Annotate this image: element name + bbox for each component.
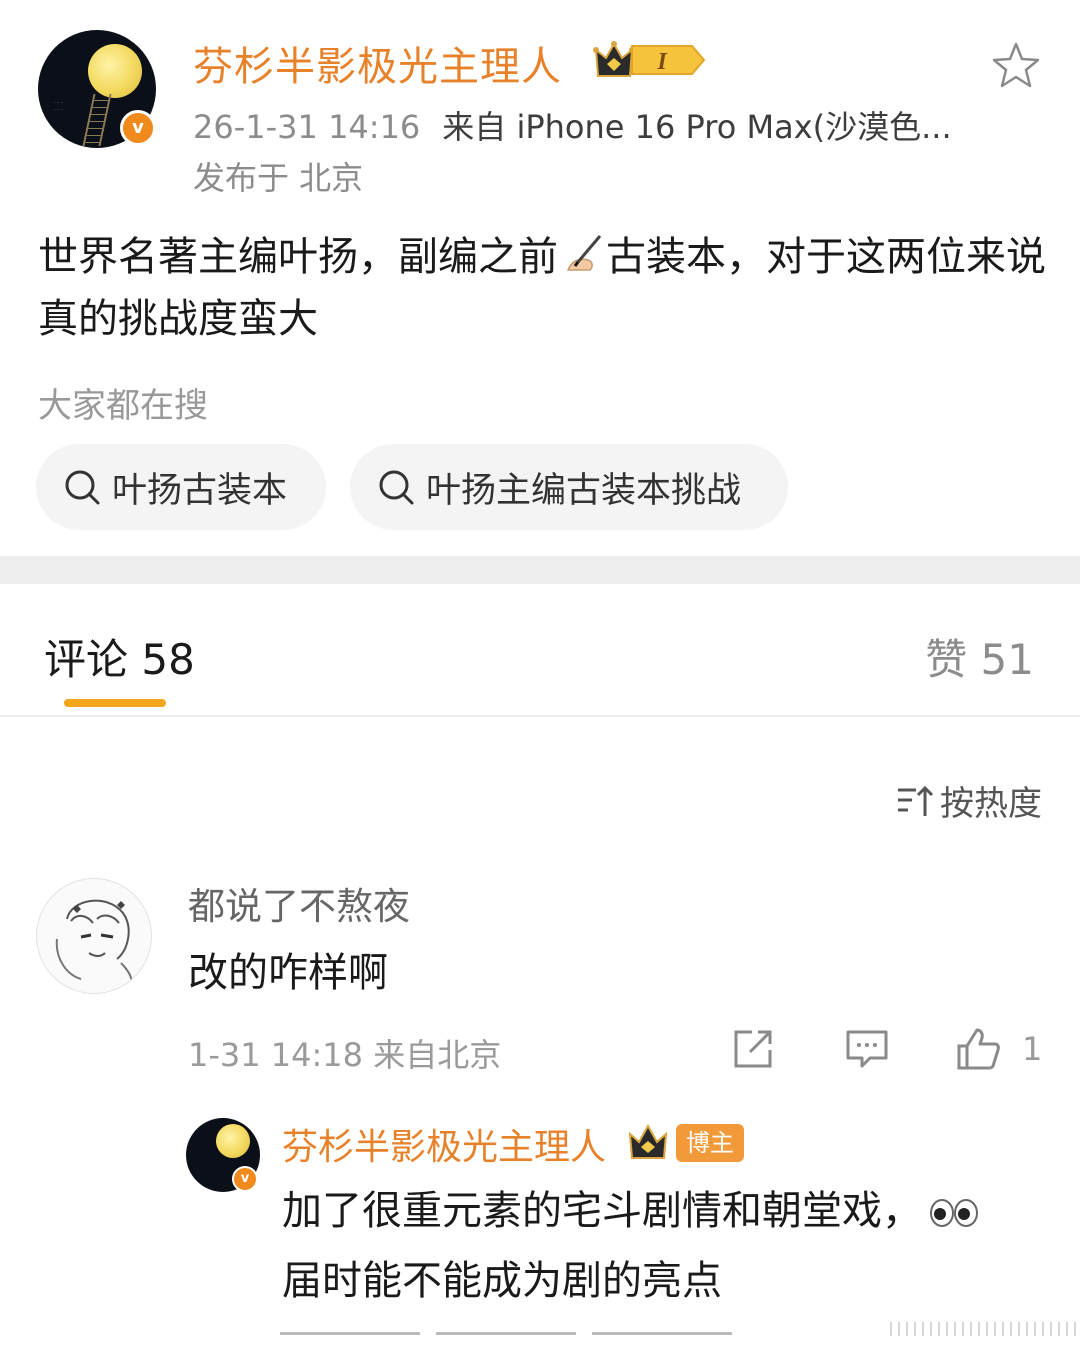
avatar-decoration: · · · · · · [54, 100, 62, 113]
comment-text-line1: 都说了不熬夜 [188, 885, 410, 928]
svg-text:I: I [656, 49, 668, 75]
crown-icon [628, 1123, 668, 1159]
tab-divider [0, 715, 1080, 717]
tab-likes[interactable]: 赞 51 [925, 626, 1034, 687]
reply-author-name[interactable]: 芬杉半影极光主理人 [282, 1118, 606, 1170]
active-tab-indicator [64, 699, 166, 707]
post-text: 世界名著主编叶扬，副编之前 古装本，对于这两位来说真的挑战度蛮大 [38, 226, 1048, 350]
search-icon [65, 470, 100, 505]
reply-text-line2: 届时能不能成为剧的亮点 [282, 1258, 722, 1304]
like-icon[interactable] [955, 1026, 1001, 1072]
comment-icon[interactable] [844, 1026, 890, 1072]
verified-badge-icon: v [120, 110, 156, 146]
tab-comments[interactable]: 评论 58 [44, 626, 195, 687]
writing-hand-icon [566, 235, 602, 271]
blogger-tag: 博主 [676, 1124, 744, 1162]
post-timestamp: 26-1-31 14:16 [193, 108, 421, 146]
sort-icon [898, 785, 934, 816]
scroll-indicator [890, 1322, 1076, 1336]
search-chip-label: 叶扬古装本 [112, 470, 288, 511]
comment-text-line2: 改的咋样啊 [188, 950, 388, 996]
like-count: 1 [1022, 1030, 1043, 1068]
post-source: 来自 iPhone 16 Pro Max(沙漠色... [442, 108, 952, 146]
comment-meta: 1-31 14:18 来自北京 [188, 1036, 502, 1074]
verified-badge-icon: v [232, 1166, 258, 1192]
author-name[interactable]: 芬杉半影极光主理人 [193, 34, 562, 92]
post-text-part1: 世界名著主编叶扬，副编之前 [38, 234, 558, 280]
eyes-icon [930, 1199, 978, 1227]
crown-level-badge-icon: I [593, 41, 706, 77]
search-section-title: 大家都在搜 [38, 386, 208, 426]
search-icon [379, 470, 414, 505]
section-divider [0, 556, 1080, 584]
search-chip-2[interactable]: 叶扬主编古装本挑战 [350, 444, 788, 530]
ladder-image [82, 94, 112, 146]
moon-image [216, 1124, 250, 1158]
search-chip-1[interactable]: 叶扬古装本 [36, 444, 326, 530]
commenter-avatar[interactable] [36, 878, 152, 994]
sketch-avatar-image [55, 899, 133, 986]
sort-button[interactable]: 按热度 [896, 776, 1042, 825]
post-location: 发布于 北京 [193, 159, 364, 197]
share-icon[interactable] [730, 1026, 776, 1072]
search-chip-label: 叶扬主编古装本挑战 [426, 470, 742, 511]
sort-label: 按热度 [940, 784, 1042, 824]
reply-text-line1: 加了很重元素的宅斗剧情和朝堂戏， [282, 1188, 922, 1234]
star-icon[interactable] [990, 40, 1042, 92]
reply-text: 加了很重元素的宅斗剧情和朝堂戏， 届时能不能成为剧的亮点 [282, 1176, 1042, 1316]
moon-image [88, 44, 142, 98]
post-meta: 26-1-31 14:16 来自 iPhone 16 Pro Max(沙漠色... [193, 102, 952, 148]
